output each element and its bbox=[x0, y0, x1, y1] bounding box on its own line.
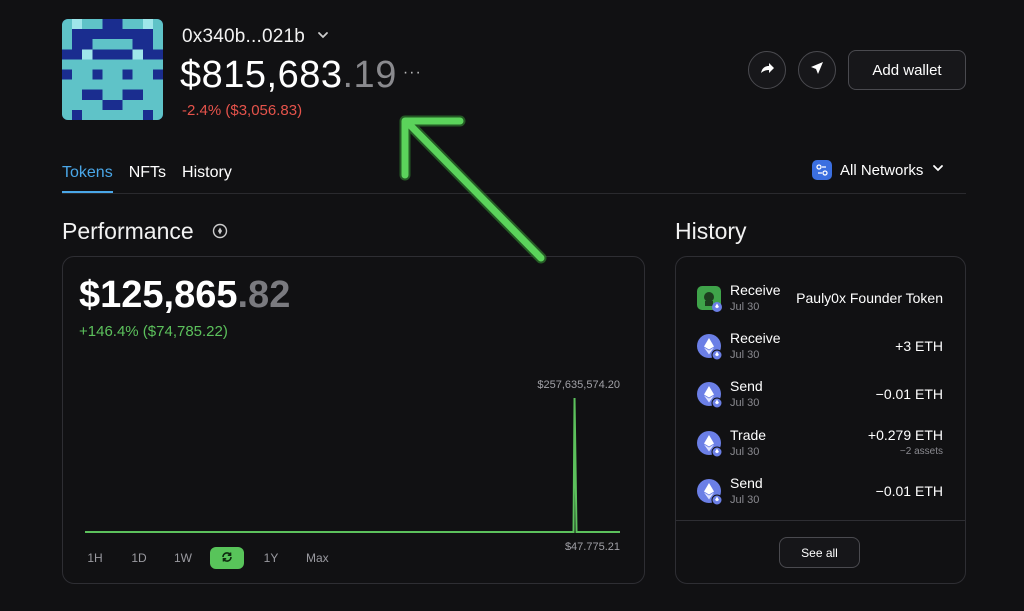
history-item-type: Send bbox=[730, 475, 763, 491]
performance-chart[interactable]: $257,635,574.20 $47,775.21 bbox=[80, 370, 625, 550]
performance-value-whole: $125,865 bbox=[79, 274, 238, 316]
history-item[interactable]: Send Jul 30 −0.01 ETH bbox=[697, 378, 943, 414]
history-item-type: Receive bbox=[730, 282, 781, 298]
nft-token-icon bbox=[697, 286, 723, 312]
chart-series-line bbox=[85, 397, 620, 533]
history-item-amount: Pauly0x Founder Token bbox=[796, 290, 943, 306]
networks-icon bbox=[812, 160, 832, 180]
history-item-date: Jul 30 bbox=[730, 301, 760, 313]
history-item-subtext: −2 assets bbox=[899, 446, 943, 457]
total-balance: $815,683 .19 ··· bbox=[180, 54, 422, 97]
history-item-amount: −0.01 ETH bbox=[875, 386, 943, 402]
chevron-down-icon bbox=[317, 28, 329, 46]
range-1y-button[interactable]: 1Y bbox=[254, 547, 288, 569]
range-1d-button[interactable]: 1D bbox=[122, 547, 156, 569]
history-item[interactable]: Send Jul 30 −0.01 ETH bbox=[697, 475, 943, 511]
time-range-selector: 1H 1D 1W 1Y Max bbox=[78, 547, 337, 569]
balance-cents: .19 bbox=[342, 54, 397, 96]
history-divider bbox=[676, 520, 965, 521]
tab-tokens[interactable]: Tokens bbox=[62, 164, 113, 193]
balance-whole: $815,683 bbox=[180, 54, 343, 96]
range-active-button[interactable] bbox=[210, 547, 244, 569]
history-item-amount: +3 ETH bbox=[895, 338, 943, 354]
eth-icon bbox=[697, 334, 723, 361]
balance-change: -2.4% ($3,056.83) bbox=[182, 102, 303, 119]
eth-icon bbox=[697, 479, 723, 506]
wallet-avatar bbox=[62, 19, 163, 120]
performance-value: $125,865 .82 bbox=[79, 274, 290, 317]
wallet-address-selector[interactable]: 0x340b...021b bbox=[182, 26, 329, 48]
info-icon[interactable] bbox=[212, 223, 228, 244]
history-item-type: Send bbox=[730, 378, 763, 394]
history-item[interactable]: Trade Jul 30 +0.279 ETH −2 assets bbox=[697, 427, 943, 463]
range-1w-button[interactable]: 1W bbox=[166, 547, 200, 569]
history-item-type: Trade bbox=[730, 427, 767, 443]
history-item-amount: +0.279 ETH bbox=[867, 427, 943, 443]
tab-history[interactable]: History bbox=[182, 164, 232, 193]
tab-nfts[interactable]: NFTs bbox=[129, 164, 166, 193]
see-all-button[interactable]: See all bbox=[779, 537, 860, 568]
chart-max-label: $257,635,574.20 bbox=[537, 379, 620, 391]
eth-icon bbox=[697, 431, 723, 458]
history-item[interactable]: Receive Jul 30 Pauly0x Founder Token bbox=[697, 282, 943, 318]
wallet-address: 0x340b...021b bbox=[182, 26, 306, 47]
share-button[interactable] bbox=[748, 51, 786, 89]
history-item-date: Jul 30 bbox=[730, 397, 760, 409]
history-item-type: Receive bbox=[730, 330, 781, 346]
network-selector[interactable]: All Networks bbox=[812, 160, 945, 180]
network-selector-label: All Networks bbox=[840, 161, 924, 179]
history-item-date: Jul 30 bbox=[730, 446, 760, 458]
send-arrow-icon bbox=[808, 59, 826, 82]
main-tabs: Tokens NFTs History bbox=[62, 164, 232, 193]
share-arrow-icon bbox=[758, 59, 776, 82]
performance-change: +146.4% ($74,785.22) bbox=[79, 323, 228, 340]
history-item-date: Jul 30 bbox=[730, 349, 760, 361]
chevron-down-icon bbox=[931, 161, 945, 179]
range-max-button[interactable]: Max bbox=[298, 547, 337, 569]
refresh-icon bbox=[220, 550, 234, 567]
range-1h-button[interactable]: 1H bbox=[78, 547, 112, 569]
performance-title: Performance bbox=[62, 218, 194, 244]
history-item[interactable]: Receive Jul 30 +3 ETH bbox=[697, 330, 943, 366]
eth-icon bbox=[697, 382, 723, 409]
add-wallet-button[interactable]: Add wallet bbox=[848, 50, 966, 90]
history-item-date: Jul 30 bbox=[730, 494, 760, 506]
chart-min-label: $47,775.21 bbox=[565, 541, 620, 550]
send-button[interactable] bbox=[798, 51, 836, 89]
performance-value-cents: .82 bbox=[237, 274, 291, 316]
tabs-divider bbox=[62, 193, 966, 194]
history-item-amount: −0.01 ETH bbox=[875, 483, 943, 499]
more-options-icon[interactable]: ··· bbox=[403, 64, 422, 82]
history-title: History bbox=[675, 218, 747, 244]
